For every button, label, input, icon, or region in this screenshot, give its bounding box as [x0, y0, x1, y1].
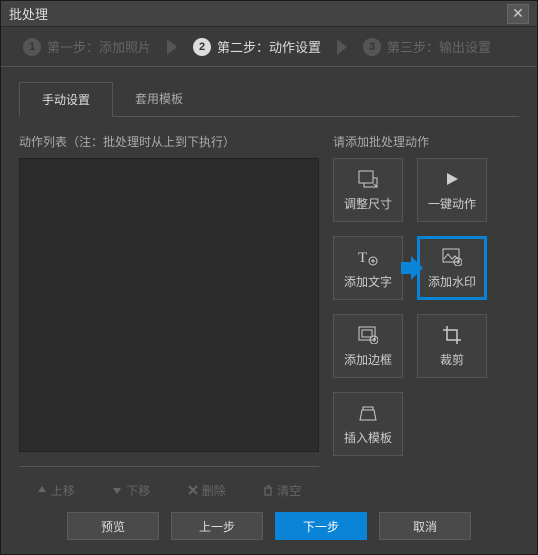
list-controls: 上移 下移 删除: [19, 466, 319, 503]
preview-button[interactable]: 预览: [67, 512, 159, 540]
move-up-label: 上移: [51, 482, 75, 499]
action-row: T 添加文字 添加水印: [333, 236, 519, 300]
action-list-title: 动作列表（注：批处理时从上到下执行）: [19, 133, 319, 150]
svg-text:T: T: [358, 250, 367, 266]
footer: 预览 上一步 下一步 取消: [1, 512, 537, 540]
step-1[interactable]: 1 第一步：添加照片: [11, 37, 163, 56]
action-border-label: 添加边框: [344, 351, 392, 368]
dialog-window: 批处理 ✕ 1 第一步：添加照片 2 第二步：动作设置 3 第三步：输出设置 手…: [0, 0, 538, 555]
x-icon: [188, 485, 198, 495]
crop-icon: [441, 324, 463, 346]
tabs: 手动设置 套用模板: [19, 81, 519, 117]
watermark-icon: [441, 246, 463, 268]
close-button[interactable]: ✕: [507, 4, 529, 24]
action-row: 插入模板: [333, 392, 519, 456]
play-icon: [441, 168, 463, 190]
step-3[interactable]: 3 第三步：输出设置: [351, 37, 503, 56]
left-column: 动作列表（注：批处理时从上到下执行） 上移 下移: [19, 133, 319, 503]
step-2[interactable]: 2 第二步：动作设置: [181, 37, 333, 56]
action-list[interactable]: [19, 158, 319, 452]
action-addtext[interactable]: T 添加文字: [333, 236, 403, 300]
trash-icon: [263, 485, 273, 496]
right-column: 请添加批处理动作 调整尺寸 一键动作: [333, 133, 519, 503]
step-separator-icon: [337, 39, 347, 55]
action-oneclick-label: 一键动作: [428, 195, 476, 212]
delete-button[interactable]: 删除: [170, 477, 244, 503]
action-border[interactable]: 添加边框: [333, 314, 403, 378]
actions-title: 请添加批处理动作: [333, 133, 519, 150]
border-icon: [357, 324, 379, 346]
clear-label: 清空: [277, 482, 301, 499]
delete-label: 删除: [202, 482, 226, 499]
action-insert-template-label: 插入模板: [344, 429, 392, 446]
move-up-button[interactable]: 上移: [19, 477, 93, 503]
template-icon: [357, 402, 379, 424]
action-resize-label: 调整尺寸: [344, 195, 392, 212]
step-1-label: 第一步：添加照片: [47, 37, 151, 56]
action-grid: 调整尺寸 一键动作 T: [333, 158, 519, 456]
action-insert-template[interactable]: 插入模板: [333, 392, 403, 456]
move-down-button[interactable]: 下移: [95, 477, 169, 503]
action-addtext-label: 添加文字: [344, 273, 392, 290]
action-watermark-label: 添加水印: [428, 273, 476, 290]
step-3-num: 3: [363, 38, 381, 56]
action-oneclick[interactable]: 一键动作: [417, 158, 487, 222]
resize-icon: [357, 168, 379, 190]
tab-template[interactable]: 套用模板: [113, 82, 205, 117]
step-2-label: 第二步：动作设置: [217, 37, 321, 56]
step-3-label: 第三步：输出设置: [387, 37, 491, 56]
step-separator-icon: [167, 39, 177, 55]
action-row: 添加边框 裁剪: [333, 314, 519, 378]
cancel-button[interactable]: 取消: [379, 512, 471, 540]
prev-button[interactable]: 上一步: [171, 512, 263, 540]
dialog-body: 手动设置 套用模板 动作列表（注：批处理时从上到下执行） 上移: [1, 67, 537, 503]
step-1-num: 1: [23, 38, 41, 56]
action-watermark[interactable]: 添加水印: [417, 236, 487, 300]
clear-button[interactable]: 清空: [246, 477, 320, 503]
content-area: 动作列表（注：批处理时从上到下执行） 上移 下移: [19, 117, 519, 503]
titlebar: 批处理 ✕: [1, 1, 537, 27]
text-icon: T: [357, 246, 379, 268]
arrow-down-icon: [112, 485, 122, 495]
action-row: 调整尺寸 一键动作: [333, 158, 519, 222]
action-crop-label: 裁剪: [440, 351, 464, 368]
action-resize[interactable]: 调整尺寸: [333, 158, 403, 222]
arrow-up-icon: [37, 485, 47, 495]
close-icon: ✕: [512, 5, 524, 22]
window-title: 批处理: [9, 4, 507, 23]
step-2-num: 2: [193, 38, 211, 56]
tab-manual[interactable]: 手动设置: [19, 82, 113, 117]
move-down-label: 下移: [126, 482, 150, 499]
step-indicator: 1 第一步：添加照片 2 第二步：动作设置 3 第三步：输出设置: [1, 27, 537, 67]
next-button[interactable]: 下一步: [275, 512, 367, 540]
action-crop[interactable]: 裁剪: [417, 314, 487, 378]
